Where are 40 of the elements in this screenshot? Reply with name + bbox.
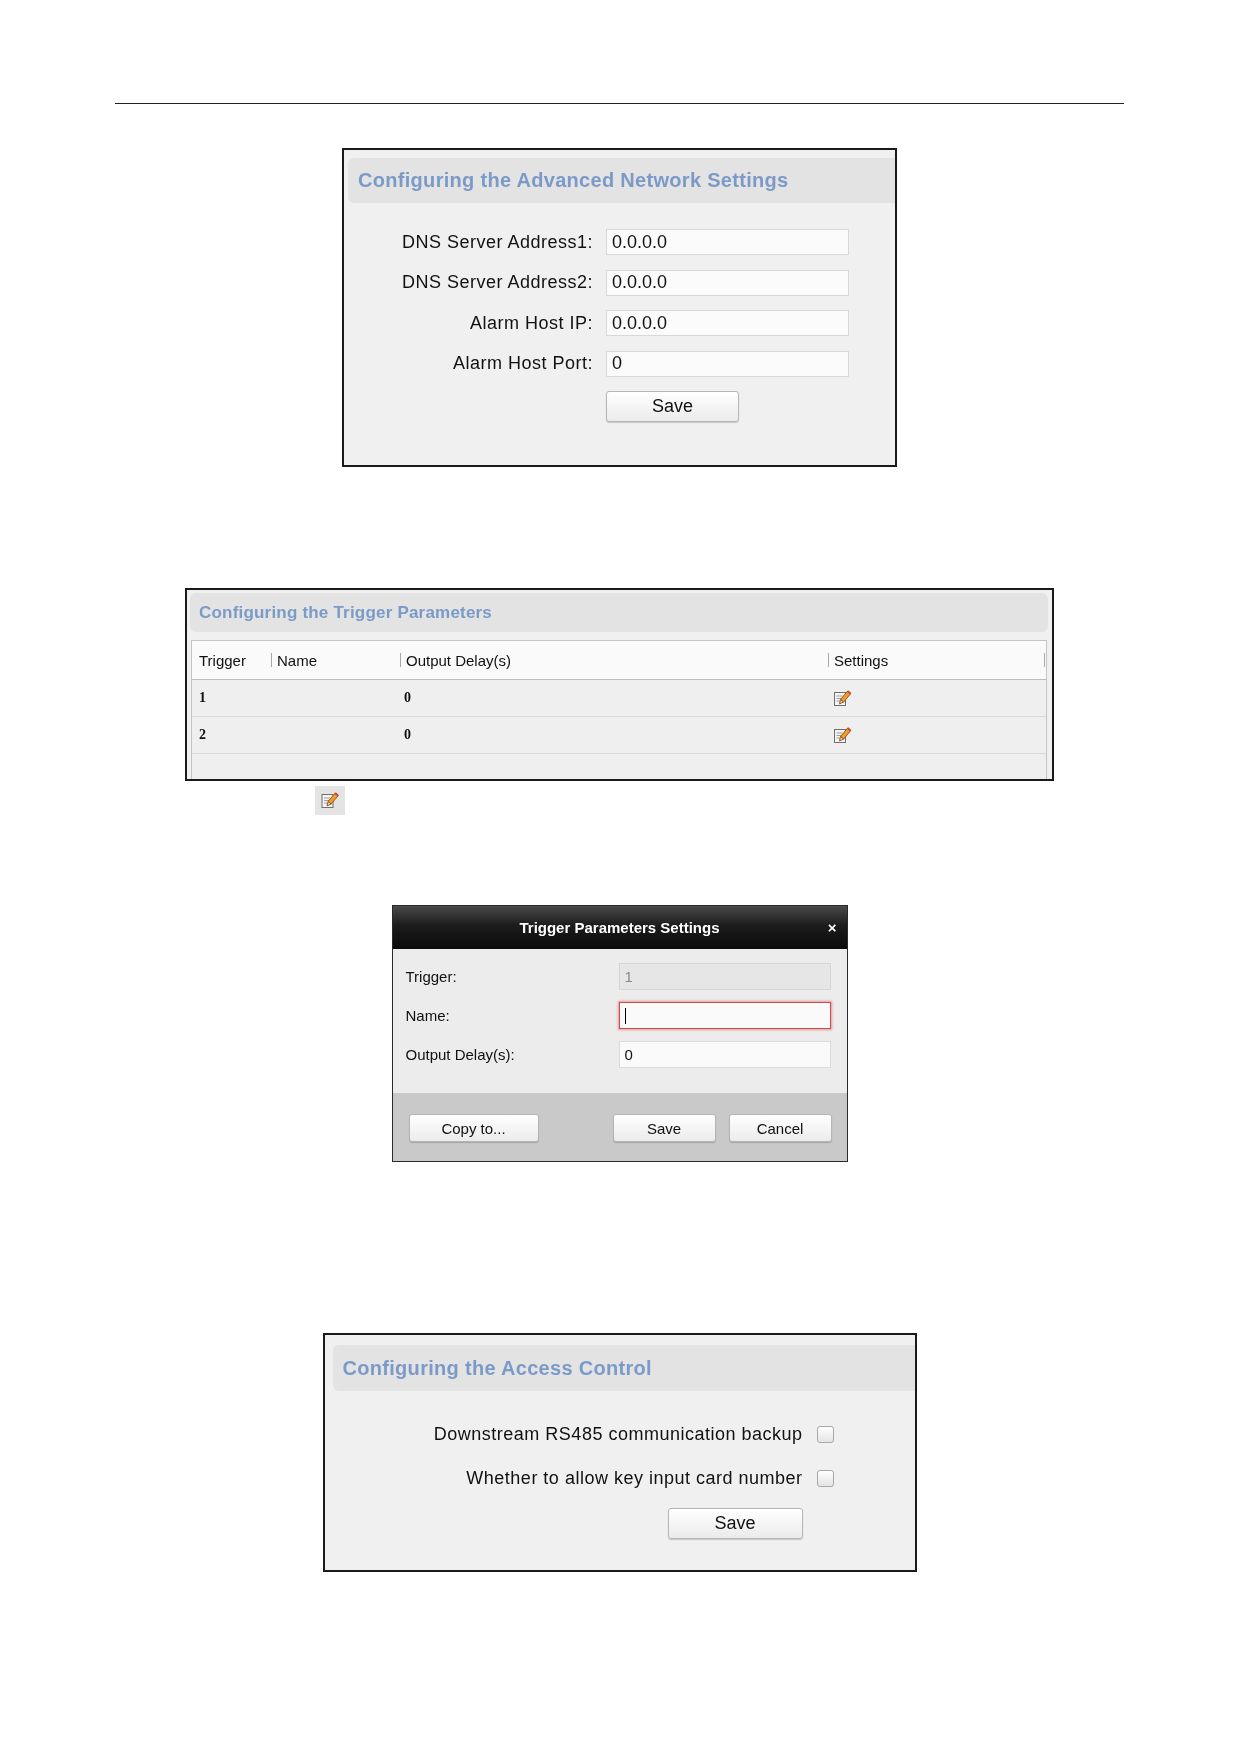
save-button[interactable]: Save bbox=[667, 1508, 803, 1539]
table-cell: 1 bbox=[199, 690, 206, 706]
dialog-title: Trigger Parameters Settings bbox=[519, 919, 720, 936]
option-label: Whether to allow key input card number bbox=[466, 1467, 803, 1490]
column-header[interactable]: Output Delay(s) bbox=[400, 641, 828, 679]
field-label: Output Delay(s): bbox=[405, 1046, 515, 1063]
panel-title: Configuring the Trigger Parameters bbox=[199, 602, 493, 623]
panel-title: Configuring the Advanced Network Settings bbox=[358, 169, 789, 192]
panel-title: Configuring the Access Control bbox=[342, 1356, 652, 1380]
field-label: DNS Server Address1: bbox=[401, 231, 593, 253]
text-field: 1 bbox=[618, 963, 831, 990]
text-field[interactable]: 0.0.0.0 bbox=[606, 310, 849, 336]
text-field[interactable]: 0 bbox=[618, 1041, 831, 1068]
column-header[interactable]: Trigger bbox=[192, 641, 271, 679]
text-field[interactable]: 0.0.0.0 bbox=[606, 229, 849, 255]
column-header[interactable]: Settings bbox=[828, 641, 1044, 679]
text-field[interactable]: 0 bbox=[606, 350, 849, 377]
field-label: DNS Server Address2: bbox=[401, 272, 593, 293]
text-field[interactable] bbox=[618, 1002, 831, 1029]
edit-icon bbox=[315, 786, 345, 815]
field-label: Alarm Host IP: bbox=[469, 312, 593, 334]
field-label: Name: bbox=[405, 1007, 450, 1024]
dialog-button[interactable]: Save bbox=[612, 1114, 716, 1142]
edit-icon[interactable] bbox=[833, 725, 852, 745]
save-button[interactable]: Save bbox=[606, 391, 739, 422]
field-label: Alarm Host Port: bbox=[452, 353, 593, 374]
close-button[interactable]: × bbox=[826, 920, 838, 935]
table-cell: 0 bbox=[404, 690, 411, 706]
column-header[interactable]: Name bbox=[271, 641, 400, 679]
table-cell: 0 bbox=[404, 727, 411, 743]
field-label: Trigger: bbox=[405, 968, 457, 985]
table-cell: 2 bbox=[199, 727, 206, 743]
text-field[interactable]: 0.0.0.0 bbox=[606, 269, 849, 296]
dialog-button[interactable]: Copy to... bbox=[408, 1114, 539, 1142]
dialog-button[interactable]: Cancel bbox=[728, 1114, 832, 1142]
checkbox[interactable] bbox=[816, 1425, 834, 1443]
option-label: Downstream RS485 communication backup bbox=[433, 1423, 803, 1446]
checkbox[interactable] bbox=[816, 1469, 834, 1487]
text-cursor-icon bbox=[624, 1007, 626, 1024]
edit-icon[interactable] bbox=[833, 688, 852, 708]
